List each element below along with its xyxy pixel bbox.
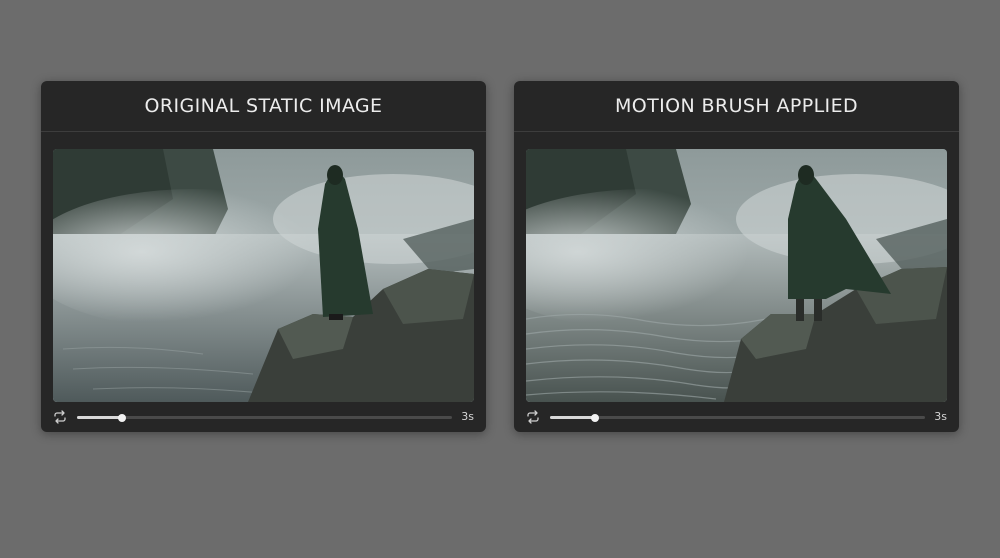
progress-fill: [550, 416, 595, 419]
progress-fill: [77, 416, 122, 419]
progress-track[interactable]: [550, 413, 925, 422]
motion-brush-panel: MOTION BRUSH APPLIED 3s: [514, 81, 959, 432]
progress-thumb[interactable]: [118, 413, 126, 422]
progress-thumb[interactable]: [591, 413, 599, 422]
panel-title: MOTION BRUSH APPLIED: [514, 81, 959, 132]
image-preview[interactable]: [526, 149, 947, 402]
panel-title: ORIGINAL STATIC IMAGE: [41, 81, 486, 132]
duration-label: 3s: [461, 410, 474, 423]
cloaked-figure-on-cliff-image: [526, 149, 947, 402]
cloaked-figure-on-cliff-image: [53, 149, 474, 402]
image-preview[interactable]: [53, 149, 474, 402]
progress-track[interactable]: [77, 413, 452, 422]
loop-icon[interactable]: [53, 410, 67, 424]
playback-controls: 3s: [526, 409, 947, 427]
duration-label: 3s: [934, 410, 947, 423]
loop-icon[interactable]: [526, 410, 540, 424]
original-image-panel: ORIGINAL STATIC IMAGE 3s: [41, 81, 486, 432]
playback-controls: 3s: [53, 409, 474, 427]
